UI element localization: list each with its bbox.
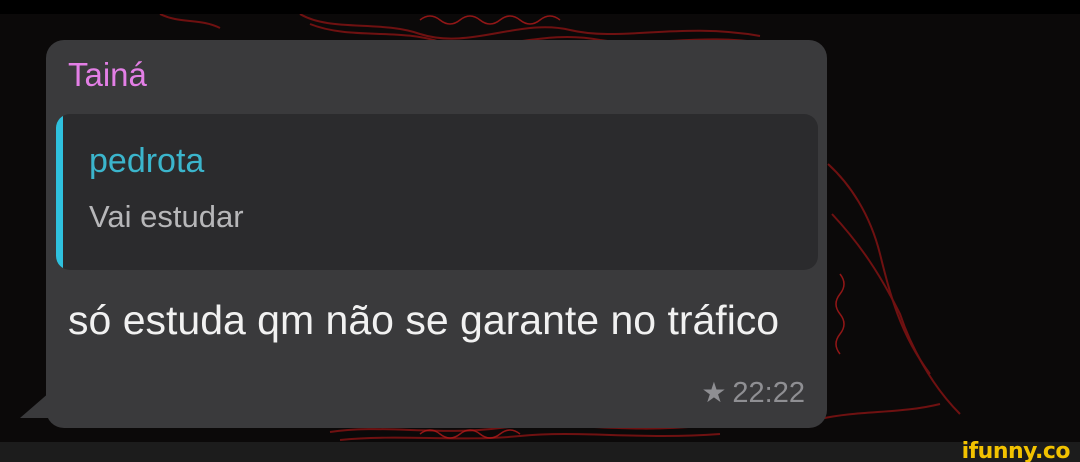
message-text: só estuda qm não se garante no tráfico [68,297,780,343]
quoted-text: Vai estudar [89,199,244,234]
star-icon: ★ [701,377,727,408]
message-meta: ★ 22:22 [701,375,805,411]
quoted-reply[interactable]: pedrota Vai estudar [56,114,818,270]
message-bubble[interactable]: Tainá pedrota Vai estudar só estuda qm n… [46,40,827,428]
chat-screen: Tainá pedrota Vai estudar só estuda qm n… [0,0,1080,462]
sender-name: Tainá [68,56,147,93]
bottom-strip [0,442,1080,462]
top-bar [0,0,1080,14]
quote-accent-bar [56,114,63,270]
quoted-author: pedrota [89,142,205,180]
message-time: 22:22 [732,377,805,409]
ifunny-watermark: ifunny.co [961,439,1071,462]
